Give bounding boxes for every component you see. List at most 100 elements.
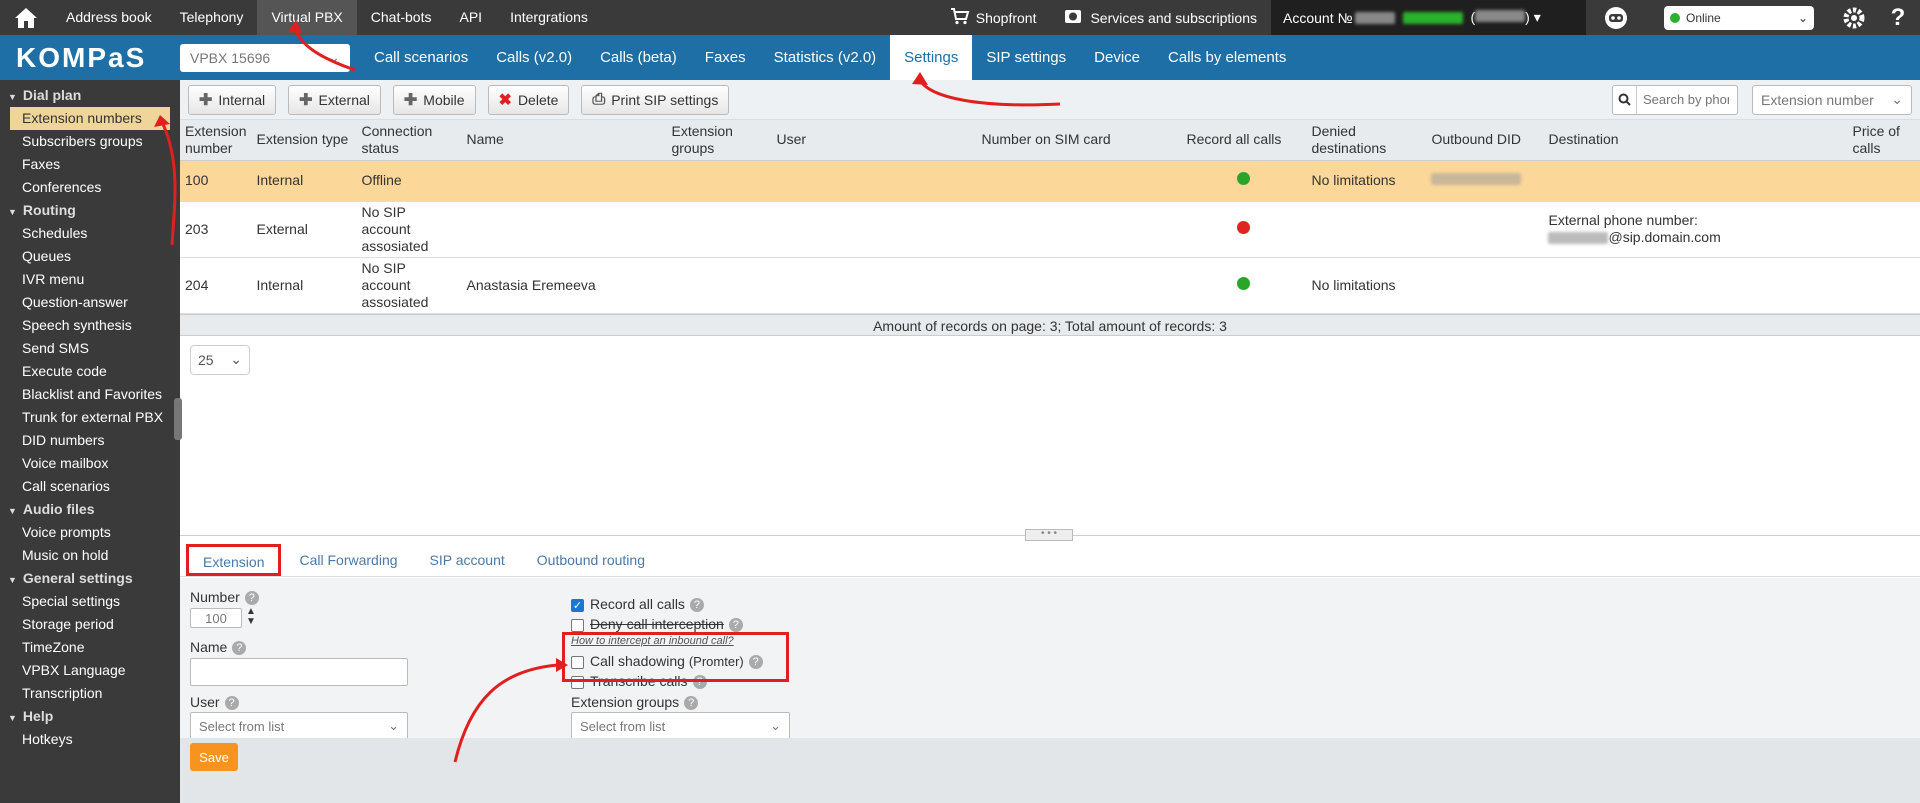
- table-row[interactable]: 204 Internal No SIP account assosiated A…: [180, 257, 1920, 314]
- add-internal-button[interactable]: ✚ Internal: [188, 84, 277, 115]
- topnav-address-book[interactable]: Address book: [52, 0, 166, 35]
- user-select[interactable]: Select from list ⌄: [190, 712, 408, 740]
- home-icon[interactable]: [0, 0, 52, 35]
- splitter-handle[interactable]: • • •: [1025, 529, 1073, 541]
- search-input[interactable]: [1637, 92, 1735, 107]
- help-icon[interactable]: ?: [224, 696, 239, 711]
- help-icon[interactable]: ?: [684, 696, 699, 711]
- tab-extension[interactable]: Extension: [186, 544, 282, 576]
- tab-sip-settings[interactable]: SIP settings: [972, 35, 1080, 80]
- tab-sip-account[interactable]: SIP account: [416, 544, 519, 576]
- cell-user: [771, 160, 977, 202]
- sidebar-section-help[interactable]: ▼ Help: [0, 705, 180, 728]
- printer-icon: ⎙: [592, 90, 606, 108]
- sidebar-item-vpbx-language[interactable]: VPBX Language: [0, 659, 180, 682]
- gear-icon[interactable]: [1832, 6, 1876, 30]
- sidebar-item-speech-synthesis[interactable]: Speech synthesis: [0, 314, 180, 337]
- help-icon[interactable]: ?: [728, 618, 743, 633]
- sidebar-section-general-settings[interactable]: ▼ General settings: [0, 567, 180, 590]
- add-external-button[interactable]: ✚ External: [288, 84, 381, 115]
- sidebar-item-blacklist[interactable]: Blacklist and Favorites: [0, 383, 180, 406]
- add-mobile-button[interactable]: ✚ Mobile: [392, 84, 476, 115]
- tab-outbound-routing[interactable]: Outbound routing: [523, 544, 659, 576]
- tab-device[interactable]: Device: [1080, 35, 1154, 80]
- col-header[interactable]: User: [771, 120, 977, 161]
- extension-groups-select[interactable]: Select from list ⌄: [571, 712, 790, 740]
- sidebar-item-send-sms[interactable]: Send SMS: [0, 337, 180, 360]
- status-select[interactable]: Online ⌄: [1664, 5, 1814, 30]
- table-row[interactable]: 100 Internal Offline No limitations: [180, 160, 1920, 202]
- sidebar-section-dial-plan[interactable]: ▼ Dial plan: [0, 84, 180, 107]
- col-header[interactable]: Destination: [1543, 120, 1848, 161]
- number-stepper-icon[interactable]: ▲ ▼: [246, 607, 256, 627]
- tab-call-scenarios[interactable]: Call scenarios: [360, 35, 482, 80]
- sidebar-item-faxes[interactable]: Faxes: [0, 153, 180, 176]
- help-icon[interactable]: ?: [244, 591, 259, 606]
- col-header[interactable]: Extension type: [251, 120, 357, 161]
- sidebar-item-voice-mailbox[interactable]: Voice mailbox: [0, 452, 180, 475]
- sidebar-item-ivr-menu[interactable]: IVR menu: [0, 268, 180, 291]
- col-header[interactable]: Connection status: [356, 120, 462, 161]
- sidebar-item-music-on-hold[interactable]: Music on hold: [0, 544, 180, 567]
- col-header[interactable]: Name: [461, 120, 667, 161]
- sidebar-item-did-numbers[interactable]: DID numbers: [0, 429, 180, 452]
- tab-settings[interactable]: Settings: [890, 35, 973, 80]
- save-button[interactable]: Save: [190, 743, 238, 771]
- sidebar-item-subscribers-groups[interactable]: Subscribers groups: [0, 130, 180, 153]
- robot-avatar-icon[interactable]: [1586, 5, 1646, 31]
- account-menu[interactable]: Account № () ▾: [1271, 0, 1586, 35]
- table-row[interactable]: 203 External No SIP account assosiated E…: [180, 201, 1920, 258]
- tab-calls-by-elements[interactable]: Calls by elements: [1154, 35, 1300, 80]
- tab-call-forwarding[interactable]: Call Forwarding: [285, 544, 411, 576]
- shopfront-link[interactable]: Shopfront: [936, 0, 1051, 35]
- record-all-calls-checkbox[interactable]: ✓: [571, 598, 584, 612]
- sidebar-item-voice-prompts[interactable]: Voice prompts: [0, 521, 180, 544]
- topnav-telephony[interactable]: Telephony: [166, 0, 258, 35]
- sidebar-item-transcription[interactable]: Transcription: [0, 682, 180, 705]
- tab-calls-v2[interactable]: Calls (v2.0): [482, 35, 586, 80]
- col-header[interactable]: Denied destinations: [1306, 120, 1427, 161]
- print-sip-settings-button[interactable]: ⎙ Print SIP settings: [581, 84, 730, 115]
- sidebar-item-question-answer[interactable]: Question-answer: [0, 291, 180, 314]
- sidebar-section-routing[interactable]: ▼ Routing: [0, 199, 180, 222]
- col-header[interactable]: Price of calls: [1847, 120, 1920, 161]
- help-icon[interactable]: ?: [232, 641, 247, 656]
- services-link[interactable]: Services and subscriptions: [1050, 0, 1271, 35]
- topnav-chat-bots[interactable]: Chat-bots: [357, 0, 446, 35]
- sidebar-item-call-scenarios[interactable]: Call scenarios: [0, 475, 180, 498]
- sidebar-item-trunk[interactable]: Trunk for external PBX: [0, 406, 180, 429]
- sidebar-item-storage-period[interactable]: Storage period: [0, 613, 180, 636]
- tab-faxes[interactable]: Faxes: [691, 35, 760, 80]
- col-header[interactable]: Outbound DID: [1426, 120, 1544, 161]
- page-size-select[interactable]: 25 ⌄: [190, 344, 250, 375]
- help-icon[interactable]: ?: [1876, 4, 1920, 32]
- topnav-integrations[interactable]: Intergrations: [496, 0, 602, 35]
- sidebar-item-extension-numbers[interactable]: Extension numbers: [10, 107, 170, 130]
- table-header-row: Extension number Extension type Connecti…: [180, 120, 1920, 161]
- search-icon[interactable]: [1613, 85, 1637, 114]
- tab-calls-beta[interactable]: Calls (beta): [586, 35, 691, 80]
- sidebar-section-audio-files[interactable]: ▼ Audio files: [0, 498, 180, 521]
- triangle-down-icon: ▼: [8, 575, 17, 585]
- help-icon[interactable]: ?: [689, 598, 704, 613]
- sidebar-item-special-settings[interactable]: Special settings: [0, 590, 180, 613]
- delete-button[interactable]: ✖ Delete: [487, 84, 570, 115]
- vpbx-select[interactable]: VPBX 15696 ⌄: [180, 43, 350, 72]
- tab-statistics[interactable]: Statistics (v2.0): [760, 35, 891, 80]
- sidebar-item-execute-code[interactable]: Execute code: [0, 360, 180, 383]
- col-header[interactable]: Number on SIM card: [976, 120, 1182, 161]
- sidebar-item-schedules[interactable]: Schedules: [0, 222, 180, 245]
- col-header[interactable]: Record all calls: [1181, 120, 1307, 161]
- sidebar-item-queues[interactable]: Queues: [0, 245, 180, 268]
- sort-select[interactable]: Extension number ⌄: [1752, 84, 1912, 115]
- sidebar-item-hotkeys[interactable]: Hotkeys: [0, 728, 180, 751]
- sidebar-item-conferences[interactable]: Conferences: [0, 176, 180, 199]
- col-header[interactable]: Extension number: [180, 120, 252, 161]
- sidebar-item-timezone[interactable]: TimeZone: [0, 636, 180, 659]
- topnav-api[interactable]: API: [445, 0, 496, 35]
- name-input[interactable]: [190, 658, 408, 686]
- number-input[interactable]: 100: [190, 608, 242, 628]
- deny-interception-checkbox[interactable]: [571, 618, 584, 632]
- col-header[interactable]: Extension groups: [666, 120, 772, 161]
- topnav-virtual-pbx[interactable]: Virtual PBX: [257, 0, 357, 35]
